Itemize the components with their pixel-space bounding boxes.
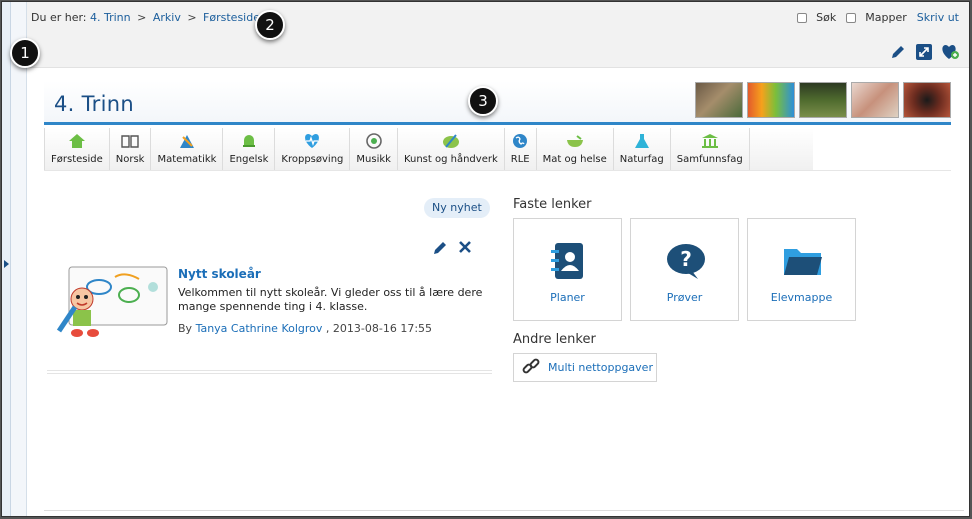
header-photo	[903, 82, 951, 118]
nav-item-label: Førsteside	[51, 154, 103, 165]
svg-text:?: ?	[680, 247, 692, 271]
article-divider	[47, 370, 492, 374]
nav-item-norsk[interactable]: Norsk	[110, 128, 152, 171]
favorite-heart-icon[interactable]	[941, 43, 959, 61]
building-icon	[701, 132, 719, 150]
callout-marker-3: 3	[468, 86, 498, 116]
palette-icon	[442, 132, 460, 150]
nav-item-naturfag[interactable]: Naturfag	[614, 128, 671, 171]
nav-item-rle[interactable]: RLE	[505, 128, 537, 171]
breadcrumb-separator: >	[137, 11, 147, 24]
header-photo	[695, 82, 743, 118]
article-body: Velkommen til nytt skoleår. Vi gleder os…	[178, 286, 483, 313]
other-links-title: Andre lenker	[513, 332, 596, 347]
article-tools	[432, 240, 472, 259]
nav-item-label: RLE	[510, 154, 530, 165]
nav-item-label: Kroppsøving	[281, 154, 344, 165]
bowl-icon	[566, 132, 584, 150]
quick-link-elevmappe[interactable]: Elevmappe	[747, 218, 856, 321]
nav-item-samfunnsfag[interactable]: Samfunnsfag	[671, 128, 750, 171]
quick-link-label: Elevmappe	[770, 291, 833, 304]
nav-item-label: Engelsk	[229, 154, 269, 165]
breadcrumb: Du er her: 4. Trinn > Arkiv > Førsteside…	[31, 11, 265, 24]
flask-icon	[633, 132, 651, 150]
nav-item-label: Norsk	[115, 154, 145, 165]
app-window: Du er her: 4. Trinn > Arkiv > Førsteside…	[1, 1, 970, 517]
book-icon	[121, 132, 139, 150]
folders-checkbox[interactable]	[846, 12, 857, 23]
quick-links-title: Faste lenker	[513, 197, 592, 212]
nav-item-matematikk[interactable]: Matematikk	[151, 128, 224, 171]
article-title-link[interactable]: Nytt skoleår	[178, 267, 261, 281]
external-link-multi[interactable]: Multi nettoppgaver	[513, 353, 657, 382]
nav-item-kroppsoving[interactable]: Kroppsøving	[275, 128, 351, 171]
header-photo	[851, 82, 899, 118]
breadcrumb-link-trinn[interactable]: 4. Trinn	[90, 11, 131, 24]
top-bar: Du er her: 4. Trinn > Arkiv > Førsteside…	[27, 2, 969, 68]
nav-item-engelsk[interactable]: Engelsk	[223, 128, 276, 171]
article-illustration	[55, 265, 169, 339]
nav-item-forsteside[interactable]: Førsteside	[44, 128, 110, 171]
link-icon	[522, 357, 540, 378]
top-options: Søk Mapper Skriv ut	[797, 11, 959, 24]
expand-icon[interactable]	[915, 43, 933, 61]
subject-nav: Førsteside Norsk Matematikk Engelsk Krop…	[44, 128, 813, 171]
nav-item-label: Mat og helse	[542, 154, 607, 165]
bell-icon	[240, 132, 258, 150]
contacts-icon	[549, 241, 589, 281]
home-icon	[68, 132, 86, 150]
article-date: , 2013-08-16 17:55	[325, 322, 433, 335]
article-meta: By Tanya Cathrine Kolgrov , 2013-08-16 1…	[178, 322, 432, 335]
quick-link-label: Planer	[550, 291, 585, 304]
quick-link-planer[interactable]: Planer	[513, 218, 622, 321]
search-checkbox[interactable]	[797, 12, 808, 23]
article-by-label: By	[178, 322, 193, 335]
breadcrumb-prefix: Du er her:	[31, 11, 87, 24]
header-photo	[747, 82, 795, 118]
music-icon	[365, 132, 383, 150]
article-author-link[interactable]: Tanya Cathrine Kolgrov	[196, 322, 323, 335]
nav-item-label: Matematikk	[157, 154, 217, 165]
logout-link[interactable]: Skriv ut	[917, 11, 959, 24]
quick-link-prover[interactable]: ? Prøver	[630, 218, 739, 321]
nav-item-label: Samfunnsfag	[676, 154, 743, 165]
question-bubble-icon: ?	[666, 241, 706, 281]
page-bottom-divider	[44, 510, 964, 511]
nav-item-label: Musikk	[356, 154, 391, 165]
header-photo	[799, 82, 847, 118]
collapsed-sidebar[interactable]	[2, 2, 11, 516]
nav-item-kunst-og-handverk[interactable]: Kunst og håndverk	[398, 128, 505, 171]
edit-pencil-icon[interactable]	[889, 43, 907, 61]
nav-item-label: Naturfag	[619, 154, 664, 165]
header-photo-strip	[695, 82, 951, 118]
nav-divider	[44, 170, 951, 171]
geometry-icon	[178, 132, 196, 150]
globe-icon	[511, 132, 529, 150]
folder-icon	[783, 241, 823, 281]
close-icon[interactable]	[458, 240, 472, 259]
quick-link-label: Prøver	[666, 291, 703, 304]
callout-marker-2: 2	[255, 10, 285, 40]
breadcrumb-link-arkiv[interactable]: Arkiv	[153, 11, 181, 24]
search-checkbox-label: Søk	[816, 11, 837, 24]
folders-checkbox-label: Mapper	[865, 11, 907, 24]
external-link-label: Multi nettoppgaver	[548, 361, 653, 374]
nav-item-label: Kunst og håndverk	[403, 154, 498, 165]
expand-arrow-icon[interactable]	[4, 260, 9, 268]
new-news-button[interactable]: Ny nyhet	[424, 198, 490, 218]
page-tools	[889, 43, 959, 61]
nav-item-musikk[interactable]: Musikk	[350, 128, 398, 171]
sidebar-edge	[11, 2, 27, 516]
edit-pencil-icon[interactable]	[432, 240, 448, 259]
callout-marker-1: 1	[10, 38, 40, 68]
heart-icon	[303, 132, 321, 150]
breadcrumb-separator: >	[187, 11, 197, 24]
site-title: 4. Trinn	[54, 92, 134, 116]
nav-item-mat-og-helse[interactable]: Mat og helse	[537, 128, 614, 171]
